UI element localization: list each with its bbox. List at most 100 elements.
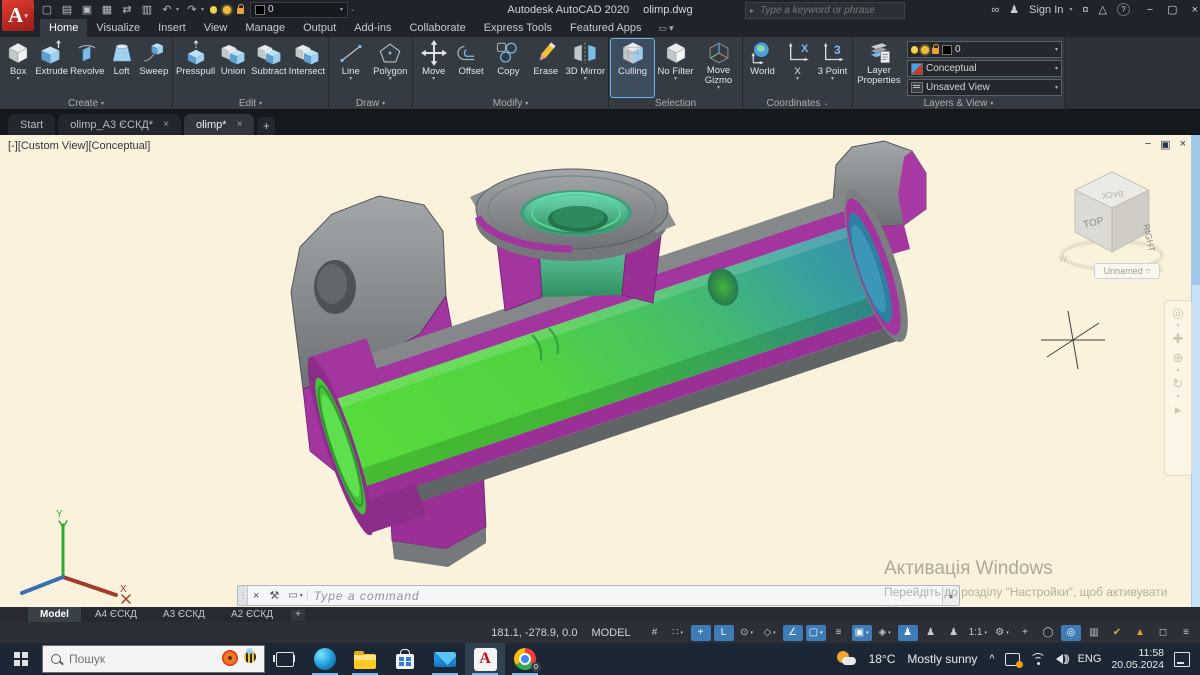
window-restore-icon[interactable]: ▢	[1167, 3, 1177, 16]
window-close-icon[interactable]: ×	[1192, 4, 1198, 16]
panel-title-edit[interactable]: Edit▾	[173, 97, 328, 110]
layout-tab-a4[interactable]: A4 ЄСКД	[83, 607, 149, 622]
redo-icon[interactable]: ↷	[185, 3, 199, 16]
help-search-input[interactable]	[758, 4, 900, 17]
tab-home[interactable]: Home	[40, 19, 87, 37]
new-layout-button[interactable]: +	[291, 609, 305, 621]
dynamic-input-icon[interactable]: +	[691, 625, 711, 641]
viewport-scrollbar[interactable]	[1191, 135, 1200, 607]
taskbar-store[interactable]	[385, 643, 425, 675]
tab-addins[interactable]: Add-ins	[345, 19, 400, 37]
erase-button[interactable]: Erase	[527, 39, 564, 97]
object-snap-icon[interactable]: ▢▾	[806, 625, 826, 641]
tab-express-tools[interactable]: Express Tools	[475, 19, 561, 37]
tab-featured-apps[interactable]: Featured Apps	[561, 19, 651, 37]
qat-overflow-icon[interactable]: ⌄	[350, 6, 355, 13]
selection-filtering-icon[interactable]: ♟	[944, 625, 964, 641]
tab-manage[interactable]: Manage	[236, 19, 294, 37]
action-center-icon[interactable]	[1174, 652, 1190, 667]
object-snap-tracking-icon[interactable]: ∠	[783, 625, 803, 641]
3d-object-snap-icon[interactable]: ♟	[898, 625, 918, 641]
pan-icon[interactable]: ✚	[1173, 331, 1184, 347]
command-history-expand-icon[interactable]: ▴	[942, 587, 959, 604]
isometric-drafting-icon[interactable]: ◇▾	[760, 625, 780, 641]
search-highlight-flower-icon[interactable]	[222, 650, 238, 666]
taskbar-file-explorer[interactable]	[345, 643, 385, 675]
culling-button[interactable]: Culling	[611, 39, 654, 97]
graphics-performance-icon[interactable]: ◎	[1061, 625, 1081, 641]
snap-mode-icon[interactable]: ∷▾	[668, 625, 688, 641]
layer-combo[interactable]: 0 ▾	[907, 41, 1062, 58]
move-button[interactable]: Move▾	[415, 39, 452, 97]
performance-recorder-icon[interactable]: ▲	[1130, 625, 1150, 641]
taskbar-search-input[interactable]	[67, 651, 181, 667]
tab-view[interactable]: View	[195, 19, 237, 37]
command-line-bar[interactable]: ⋮ × ⚒ ▭▾ Type a command ▴	[237, 585, 960, 606]
command-close-icon[interactable]: ×	[248, 590, 264, 602]
qat-layer-combo[interactable]: 0 ▾	[250, 2, 348, 18]
tab-visualize[interactable]: Visualize	[87, 19, 149, 37]
panel-title-coordinates[interactable]: Coordinates⌄	[743, 97, 852, 110]
command-input[interactable]: Type a command	[314, 589, 942, 603]
command-wrench-icon[interactable]: ⚒	[264, 589, 284, 602]
sign-in-caret-icon[interactable]: ▾	[1069, 6, 1072, 13]
plot-icon[interactable]: ▥	[140, 3, 154, 16]
plot-status-icon[interactable]: ▥	[1084, 625, 1104, 641]
transfer-icon[interactable]: ⇄	[120, 3, 134, 16]
taskbar-edge[interactable]	[305, 643, 345, 675]
layout-tab-model[interactable]: Model	[28, 607, 81, 622]
annotation-scale-icon[interactable]: 1:1▾	[967, 625, 989, 641]
3d-mirror-button[interactable]: 3D Mirror▾	[564, 39, 606, 97]
sign-in-label[interactable]: Sign In	[1029, 4, 1063, 16]
clock[interactable]: 11:58 20.05.2024	[1111, 647, 1164, 671]
close-tab-icon[interactable]: ×	[163, 119, 169, 130]
help-icon[interactable]: ?	[1117, 3, 1130, 16]
undo-caret-icon[interactable]: ▾	[176, 6, 179, 13]
layout-tab-a2[interactable]: A2 ЄСКД	[219, 607, 285, 622]
wifi-icon[interactable]	[1030, 653, 1046, 665]
weather-desc[interactable]: Mostly sunny	[907, 652, 977, 666]
offset-button[interactable]: Offset	[452, 39, 489, 97]
layer-properties-button[interactable]: Layer Properties	[855, 39, 903, 97]
volume-icon[interactable]: )))	[1056, 654, 1068, 665]
grid-display-icon[interactable]: #	[645, 625, 665, 641]
tray-chevron-icon[interactable]: ^	[989, 653, 994, 665]
panel-title-create[interactable]: Create▾	[0, 97, 172, 110]
file-tab-olimp-a3[interactable]: olimp_A3 ЄСКД*×	[58, 114, 181, 135]
tab-collaborate[interactable]: Collaborate	[400, 19, 474, 37]
viewport-minimize-icon[interactable]: −	[1145, 138, 1151, 151]
orbit-icon[interactable]: ↻	[1173, 376, 1184, 392]
extrude-button[interactable]: Extrude	[34, 39, 69, 97]
taskbar-chrome[interactable]: 0	[505, 643, 545, 675]
dynamic-ucs-icon[interactable]: ♟	[921, 625, 941, 641]
taskbar-autocad[interactable]: A	[465, 643, 505, 675]
clean-screen-icon[interactable]: ◻	[1153, 625, 1173, 641]
panel-title-modify[interactable]: Modify▾	[413, 97, 608, 110]
wheel-caret-icon[interactable]: ▾	[1176, 324, 1179, 328]
sign-in-person-icon[interactable]: ♟	[1009, 3, 1019, 16]
trusted-autodesk-icon[interactable]: ✔	[1107, 625, 1127, 641]
viewcube-view-name[interactable]: Unnamed ▽	[1094, 263, 1160, 279]
transparency-icon[interactable]: ▣▾	[852, 625, 872, 641]
recent-commands-icon[interactable]: ▭	[288, 590, 297, 601]
loft-button[interactable]: Loft	[105, 39, 137, 97]
model-space-toggle[interactable]: MODEL	[587, 626, 634, 640]
autodesk-app-icon[interactable]: △	[1099, 3, 1107, 16]
line-button[interactable]: Line▾	[331, 39, 371, 97]
annotation-monitor-icon[interactable]: +	[1015, 625, 1035, 641]
drawing-area[interactable]: Y X [-][Custom View][Conceptual] − ▣ × T…	[0, 135, 1200, 607]
viewport-close-icon[interactable]: ×	[1180, 138, 1186, 151]
layer-combo-caret-icon[interactable]: ▾	[1055, 46, 1058, 53]
panel-title-selection[interactable]: Selection	[609, 97, 742, 110]
isolate-objects-icon[interactable]: ◯	[1038, 625, 1058, 641]
new-drawing-tab-button[interactable]: +	[257, 117, 275, 135]
ucs-x-button[interactable]: XX▾	[780, 39, 815, 97]
close-tab-icon[interactable]: ×	[237, 119, 243, 130]
tab-insert[interactable]: Insert	[149, 19, 195, 37]
full-navigation-wheel-icon[interactable]: ◎	[1172, 305, 1183, 321]
save-icon[interactable]: ▣	[80, 3, 94, 16]
zoom-caret-icon[interactable]: ▾	[1176, 369, 1179, 373]
lineweight-icon[interactable]: ≡	[829, 625, 849, 641]
viewport-controls-label[interactable]: [-][Custom View][Conceptual]	[8, 140, 150, 152]
view-combo[interactable]: Unsaved View ▾	[907, 79, 1062, 96]
